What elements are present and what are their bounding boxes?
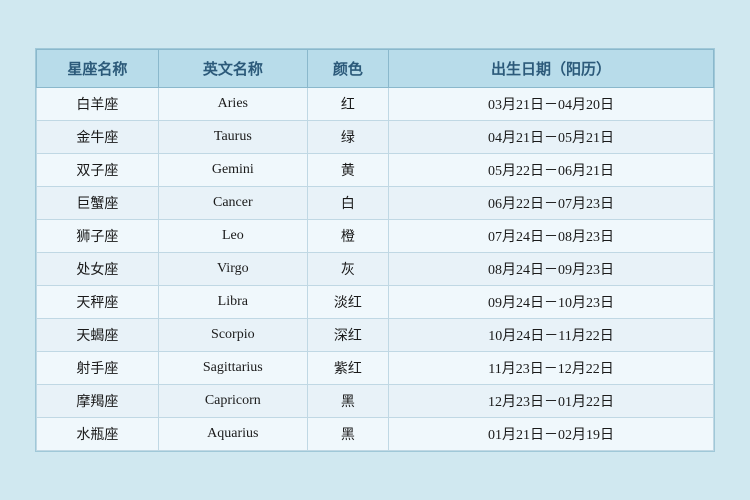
- cell-date: 06月22日－07月23日: [389, 187, 714, 220]
- cell-date: 07月24日－08月23日: [389, 220, 714, 253]
- cell-english: Aries: [158, 88, 307, 121]
- cell-chinese: 白羊座: [37, 88, 159, 121]
- zodiac-table-container: 星座名称 英文名称 颜色 出生日期（阳历） 白羊座Aries红03月21日－04…: [35, 48, 715, 452]
- cell-date: 08月24日－09月23日: [389, 253, 714, 286]
- header-color: 颜色: [307, 50, 388, 88]
- cell-color: 深红: [307, 319, 388, 352]
- cell-color: 白: [307, 187, 388, 220]
- table-header-row: 星座名称 英文名称 颜色 出生日期（阳历）: [37, 50, 714, 88]
- table-row: 金牛座Taurus绿04月21日－05月21日: [37, 121, 714, 154]
- zodiac-table: 星座名称 英文名称 颜色 出生日期（阳历） 白羊座Aries红03月21日－04…: [36, 49, 714, 451]
- cell-date: 03月21日－04月20日: [389, 88, 714, 121]
- table-row: 水瓶座Aquarius黑01月21日－02月19日: [37, 418, 714, 451]
- cell-date: 10月24日－11月22日: [389, 319, 714, 352]
- cell-english: Cancer: [158, 187, 307, 220]
- cell-chinese: 双子座: [37, 154, 159, 187]
- cell-chinese: 处女座: [37, 253, 159, 286]
- cell-chinese: 金牛座: [37, 121, 159, 154]
- table-body: 白羊座Aries红03月21日－04月20日金牛座Taurus绿04月21日－0…: [37, 88, 714, 451]
- cell-color: 灰: [307, 253, 388, 286]
- header-chinese-name: 星座名称: [37, 50, 159, 88]
- header-english-name: 英文名称: [158, 50, 307, 88]
- cell-color: 紫红: [307, 352, 388, 385]
- cell-chinese: 天蝎座: [37, 319, 159, 352]
- cell-chinese: 水瓶座: [37, 418, 159, 451]
- table-row: 天秤座Libra淡红09月24日－10月23日: [37, 286, 714, 319]
- cell-date: 04月21日－05月21日: [389, 121, 714, 154]
- cell-chinese: 射手座: [37, 352, 159, 385]
- cell-color: 橙: [307, 220, 388, 253]
- table-row: 处女座Virgo灰08月24日－09月23日: [37, 253, 714, 286]
- cell-date: 05月22日－06月21日: [389, 154, 714, 187]
- cell-date: 12月23日－01月22日: [389, 385, 714, 418]
- table-row: 摩羯座Capricorn黑12月23日－01月22日: [37, 385, 714, 418]
- cell-date: 11月23日－12月22日: [389, 352, 714, 385]
- cell-color: 黑: [307, 418, 388, 451]
- cell-english: Leo: [158, 220, 307, 253]
- cell-english: Aquarius: [158, 418, 307, 451]
- cell-english: Libra: [158, 286, 307, 319]
- cell-color: 黄: [307, 154, 388, 187]
- cell-chinese: 狮子座: [37, 220, 159, 253]
- cell-chinese: 摩羯座: [37, 385, 159, 418]
- cell-date: 01月21日－02月19日: [389, 418, 714, 451]
- table-row: 双子座Gemini黄05月22日－06月21日: [37, 154, 714, 187]
- cell-english: Taurus: [158, 121, 307, 154]
- table-row: 巨蟹座Cancer白06月22日－07月23日: [37, 187, 714, 220]
- cell-chinese: 天秤座: [37, 286, 159, 319]
- cell-color: 淡红: [307, 286, 388, 319]
- table-row: 狮子座Leo橙07月24日－08月23日: [37, 220, 714, 253]
- cell-color: 绿: [307, 121, 388, 154]
- cell-english: Sagittarius: [158, 352, 307, 385]
- cell-color: 黑: [307, 385, 388, 418]
- table-row: 白羊座Aries红03月21日－04月20日: [37, 88, 714, 121]
- cell-color: 红: [307, 88, 388, 121]
- header-birth-date: 出生日期（阳历）: [389, 50, 714, 88]
- cell-english: Capricorn: [158, 385, 307, 418]
- cell-chinese: 巨蟹座: [37, 187, 159, 220]
- cell-date: 09月24日－10月23日: [389, 286, 714, 319]
- table-row: 天蝎座Scorpio深红10月24日－11月22日: [37, 319, 714, 352]
- cell-english: Gemini: [158, 154, 307, 187]
- table-row: 射手座Sagittarius紫红11月23日－12月22日: [37, 352, 714, 385]
- cell-english: Virgo: [158, 253, 307, 286]
- cell-english: Scorpio: [158, 319, 307, 352]
